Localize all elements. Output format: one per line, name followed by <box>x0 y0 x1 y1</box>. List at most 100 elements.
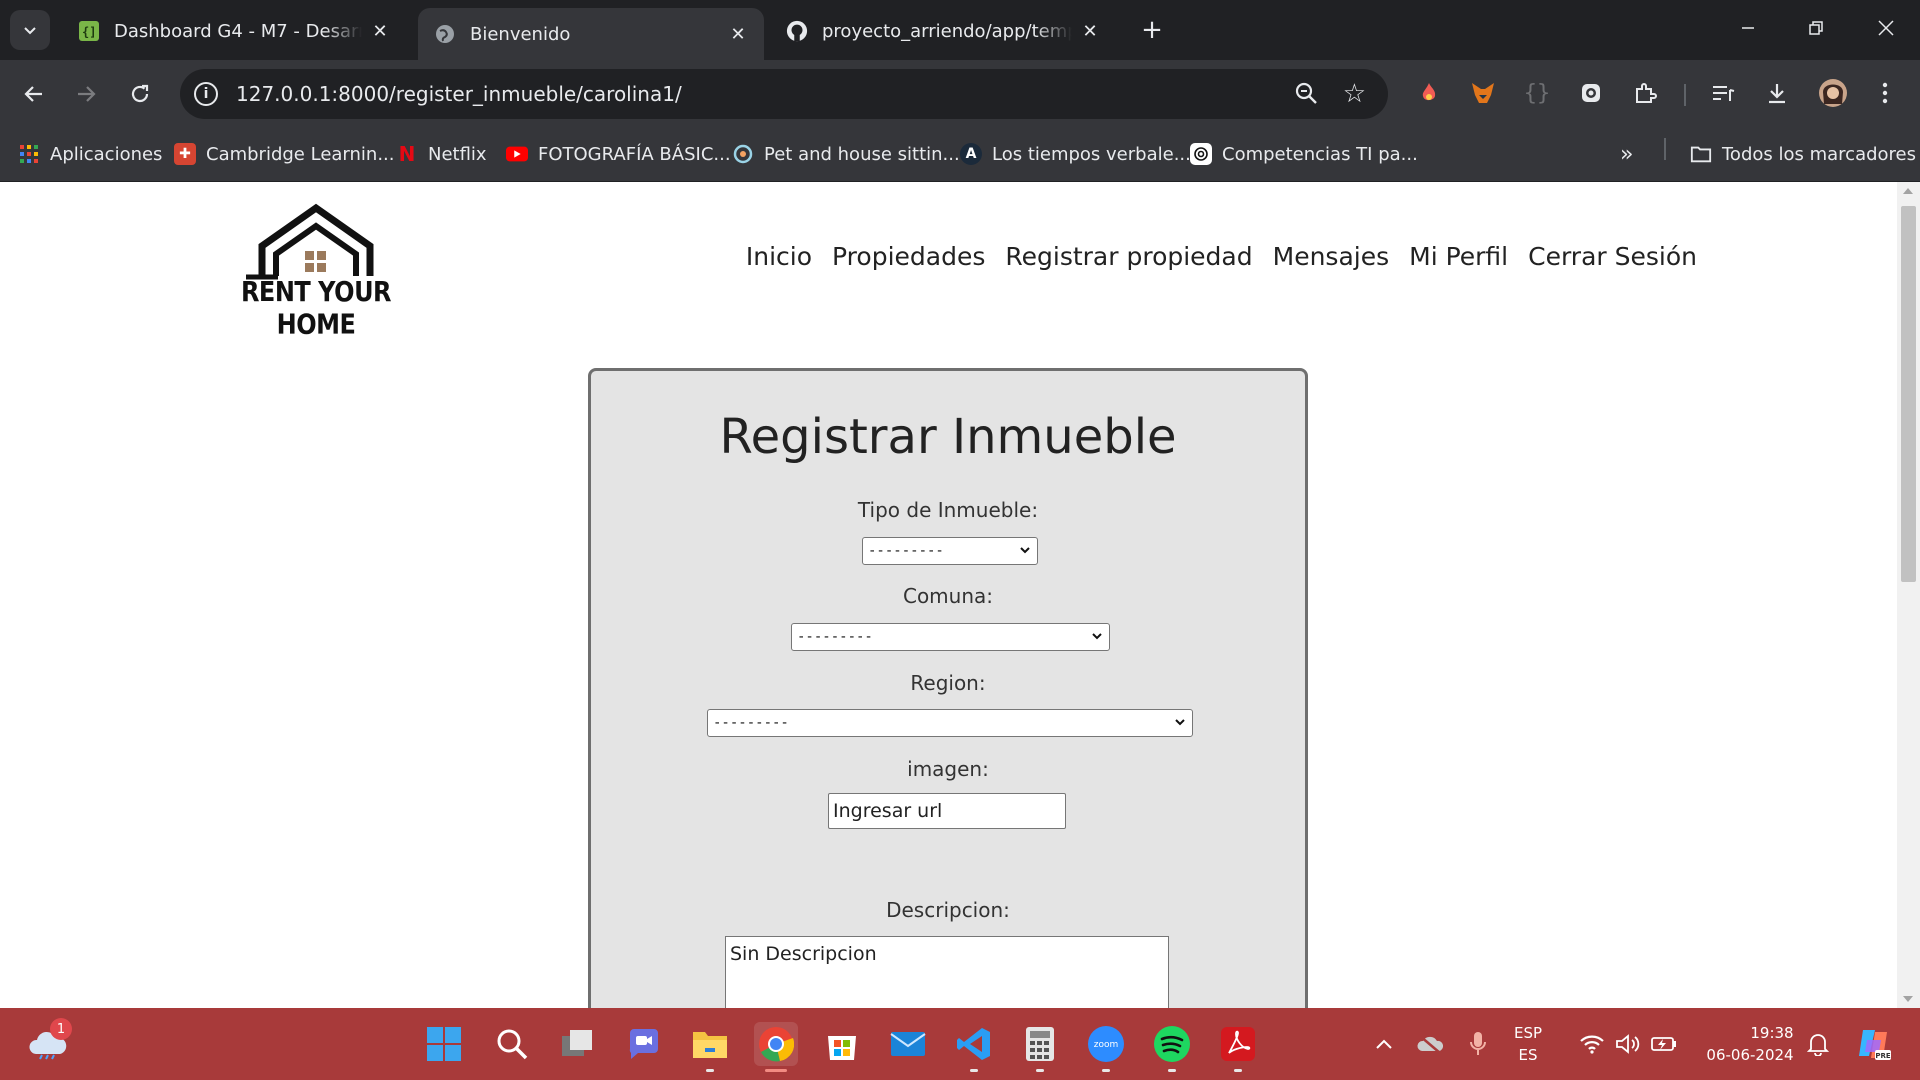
svg-text:{]: {] <box>82 25 96 39</box>
extensions-puzzle-icon[interactable] <box>1628 76 1662 110</box>
bookmark-cambridge[interactable]: ✚ Cambridge Learnin... <box>174 139 395 169</box>
notifications-button[interactable] <box>1796 1022 1840 1066</box>
bell-icon <box>1807 1034 1829 1056</box>
close-window-button[interactable] <box>1866 8 1906 48</box>
calculator-button[interactable] <box>1018 1022 1062 1072</box>
teams-chat-button[interactable] <box>622 1022 666 1066</box>
apps-grid-icon <box>18 143 40 165</box>
bookmark-fotografia[interactable]: FOTOGRAFÍA BÁSIC... <box>506 139 731 169</box>
zoom-button[interactable]: zoom <box>1084 1022 1128 1072</box>
all-bookmarks-label: Todos los marcadores <box>1722 143 1916 165</box>
comuna-select-value: --------- <box>797 629 873 645</box>
tab-title: Dashboard G4 - M7 - Desarrollo <box>114 20 362 42</box>
form-title: Registrar Inmueble <box>719 409 1177 465</box>
tipo-label: Tipo de Inmueble: <box>857 498 1039 522</box>
copilot-icon: PRE <box>1859 1030 1891 1060</box>
descripcion-textarea[interactable]: Sin Descripcion <box>725 936 1169 1008</box>
language-indicator[interactable]: ESP ES <box>1514 1008 1542 1080</box>
pet-site-icon <box>732 143 754 165</box>
download-icon[interactable] <box>1760 76 1794 110</box>
close-icon[interactable]: ✕ <box>728 24 748 45</box>
back-button[interactable] <box>14 74 54 114</box>
scroll-down-arrow-icon[interactable] <box>1903 996 1913 1002</box>
microphone-status[interactable] <box>1456 1022 1500 1066</box>
media-controls-icon[interactable] <box>1706 76 1740 110</box>
pdf-reader-icon <box>1221 1027 1255 1061</box>
nav-registrar-propiedad[interactable]: Registrar propiedad <box>1005 242 1252 271</box>
record-extension-icon[interactable] <box>1574 76 1608 110</box>
ms-store-button[interactable] <box>820 1022 864 1066</box>
url-text[interactable]: 127.0.0.1:8000/register_inmueble/carolin… <box>236 82 682 106</box>
bookmark-competencias[interactable]: Competencias TI pa... <box>1190 139 1418 169</box>
chevron-down-icon <box>1092 633 1102 640</box>
bookmark-netflix[interactable]: N Netflix <box>396 139 487 169</box>
nav-inicio[interactable]: Inicio <box>746 242 812 271</box>
house-logo-icon <box>246 203 374 280</box>
tab-dashboard[interactable]: {] Dashboard G4 - M7 - Desarrollo ✕ <box>62 8 406 54</box>
show-hidden-icons-button[interactable] <box>1362 1022 1406 1066</box>
spotify-button[interactable] <box>1150 1022 1194 1072</box>
scrollbar-thumb[interactable] <box>1901 206 1916 582</box>
tab-bienvenido[interactable]: Bienvenido ✕ <box>418 8 764 60</box>
region-select[interactable]: --------- <box>707 709 1193 737</box>
flame-extension-icon[interactable] <box>1412 76 1446 110</box>
new-tab-button[interactable]: + <box>1136 14 1168 46</box>
svg-text:PRE: PRE <box>1875 1052 1891 1060</box>
nav-cerrar-sesion[interactable]: Cerrar Sesión <box>1528 242 1697 271</box>
restore-button[interactable] <box>1796 8 1836 48</box>
openai-icon <box>1190 143 1212 165</box>
mail-button[interactable] <box>886 1022 930 1066</box>
address-bar[interactable]: i 127.0.0.1:8000/register_inmueble/carol… <box>180 69 1388 119</box>
close-icon[interactable]: ✕ <box>1080 21 1100 42</box>
clock[interactable]: 19:38 06-06-2024 <box>1700 1008 1800 1080</box>
task-view-button[interactable] <box>556 1022 600 1066</box>
more-menu-icon[interactable] <box>1868 76 1902 110</box>
close-icon[interactable]: ✕ <box>370 21 390 42</box>
vscode-button[interactable] <box>952 1022 996 1072</box>
bookmark-aplicaciones[interactable]: Aplicaciones <box>18 139 162 169</box>
zoom-icon[interactable] <box>1294 81 1318 109</box>
more-bookmarks-button[interactable]: » <box>1620 139 1633 169</box>
browser-tab-strip: {] Dashboard G4 - M7 - Desarrollo ✕ Bien… <box>0 0 1920 60</box>
nav-mensajes[interactable]: Mensajes <box>1273 242 1390 271</box>
plus-icon: + <box>1141 15 1163 45</box>
tab-search-button[interactable] <box>10 10 50 50</box>
site-logo[interactable]: RENT YOUR HOME <box>228 196 404 340</box>
profile-avatar[interactable] <box>1816 76 1850 110</box>
file-explorer-button[interactable] <box>688 1022 732 1072</box>
youtube-icon <box>506 143 528 165</box>
onedrive-status[interactable] <box>1408 1022 1452 1066</box>
nav-propiedades[interactable]: Propiedades <box>832 242 985 271</box>
json-viewer-icon[interactable]: {} <box>1520 76 1554 110</box>
metamask-fox-icon[interactable] <box>1466 76 1500 110</box>
page-scrollbar[interactable] <box>1897 182 1920 1008</box>
search-button[interactable] <box>490 1022 534 1066</box>
bookmark-star-icon[interactable]: ☆ <box>1343 79 1366 109</box>
nav-mi-perfil[interactable]: Mi Perfil <box>1409 242 1508 271</box>
battery-status[interactable] <box>1642 1022 1686 1066</box>
bookmark-tiempos-verbales[interactable]: A Los tiempos verbale... <box>960 139 1191 169</box>
clock-date: 06-06-2024 <box>1706 1046 1794 1064</box>
scroll-up-arrow-icon[interactable] <box>1903 188 1913 194</box>
descripcion-label: Descripcion: <box>886 898 1010 922</box>
site-info-icon[interactable]: i <box>194 82 218 106</box>
start-button[interactable] <box>422 1022 466 1066</box>
language-code: ESP <box>1514 1024 1543 1042</box>
windows-logo-icon <box>427 1027 461 1061</box>
imagen-url-input[interactable]: Ingresar url <box>828 793 1066 829</box>
bookmark-label: Aplicaciones <box>50 143 163 165</box>
bookmark-pet-house[interactable]: Pet and house sittin... <box>732 139 960 169</box>
windows-taskbar: zoom ESP ES 19:38 06-06-2024 PRE <box>0 1008 1920 1080</box>
forward-button[interactable] <box>66 74 106 114</box>
register-form: Registrar Inmueble Tipo de Inmueble: ---… <box>588 368 1308 1008</box>
copilot-button[interactable]: PRE <box>1852 1022 1896 1066</box>
comuna-select[interactable]: --------- <box>791 623 1110 651</box>
tipo-select[interactable]: --------- <box>862 537 1038 565</box>
reload-button[interactable] <box>120 74 160 114</box>
tab-github[interactable]: proyecto_arriendo/app/templates ✕ <box>770 8 1116 54</box>
bookmark-label: Competencias TI pa... <box>1222 143 1418 165</box>
acrobat-button[interactable] <box>1216 1022 1260 1072</box>
minimize-button[interactable] <box>1728 8 1768 48</box>
all-bookmarks-folder[interactable]: Todos los marcadores <box>1690 139 1916 169</box>
chrome-button[interactable] <box>754 1022 798 1072</box>
